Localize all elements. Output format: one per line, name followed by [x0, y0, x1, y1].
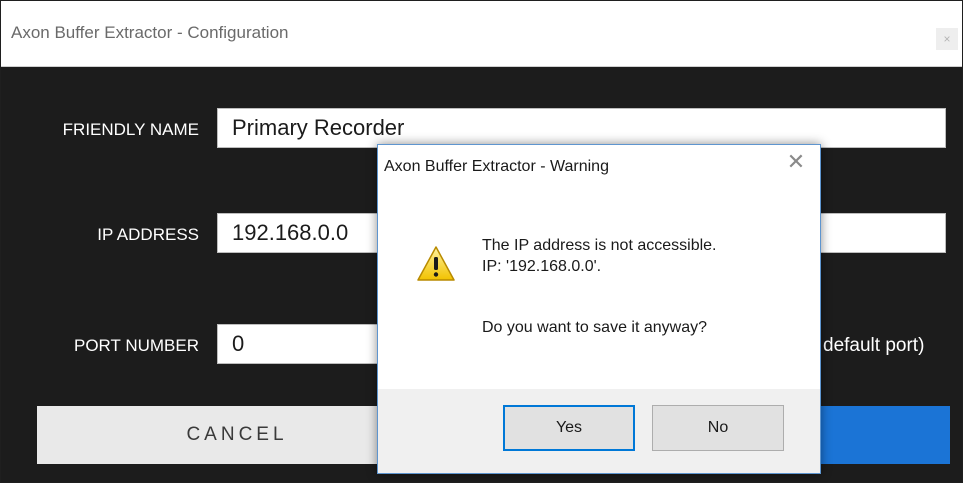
dialog-message-line2: IP: '192.168.0.0'.	[482, 258, 602, 275]
dialog-message: The IP address is not accessible. IP: '1…	[482, 235, 717, 277]
dialog-question: Do you want to save it anyway?	[482, 319, 708, 336]
title-bar: Axon Buffer Extractor - Configuration ×	[1, 1, 962, 67]
warning-icon	[417, 246, 455, 281]
port-number-input[interactable]: 0	[217, 324, 387, 364]
port-number-label: PORT NUMBER	[73, 336, 199, 355]
warning-dialog: Axon Buffer Extractor - Warning ✕ The IP…	[377, 144, 821, 474]
no-button[interactable]: No	[652, 405, 784, 451]
save-button[interactable]	[809, 406, 950, 464]
dialog-close-icon[interactable]: ✕	[783, 149, 809, 175]
ip-address-label: IP ADDRESS	[97, 225, 199, 244]
friendly-name-input[interactable]: Primary Recorder	[217, 108, 946, 148]
window-title: Axon Buffer Extractor - Configuration	[11, 23, 289, 42]
window-close-icon[interactable]: ×	[936, 28, 958, 50]
friendly-name-label: FRIENDLY NAME	[62, 120, 199, 139]
dialog-message-line1: The IP address is not accessible.	[482, 237, 717, 254]
port-hint: default port)	[823, 335, 925, 356]
yes-button[interactable]: Yes	[503, 405, 635, 451]
dialog-title: Axon Buffer Extractor - Warning	[384, 158, 609, 175]
